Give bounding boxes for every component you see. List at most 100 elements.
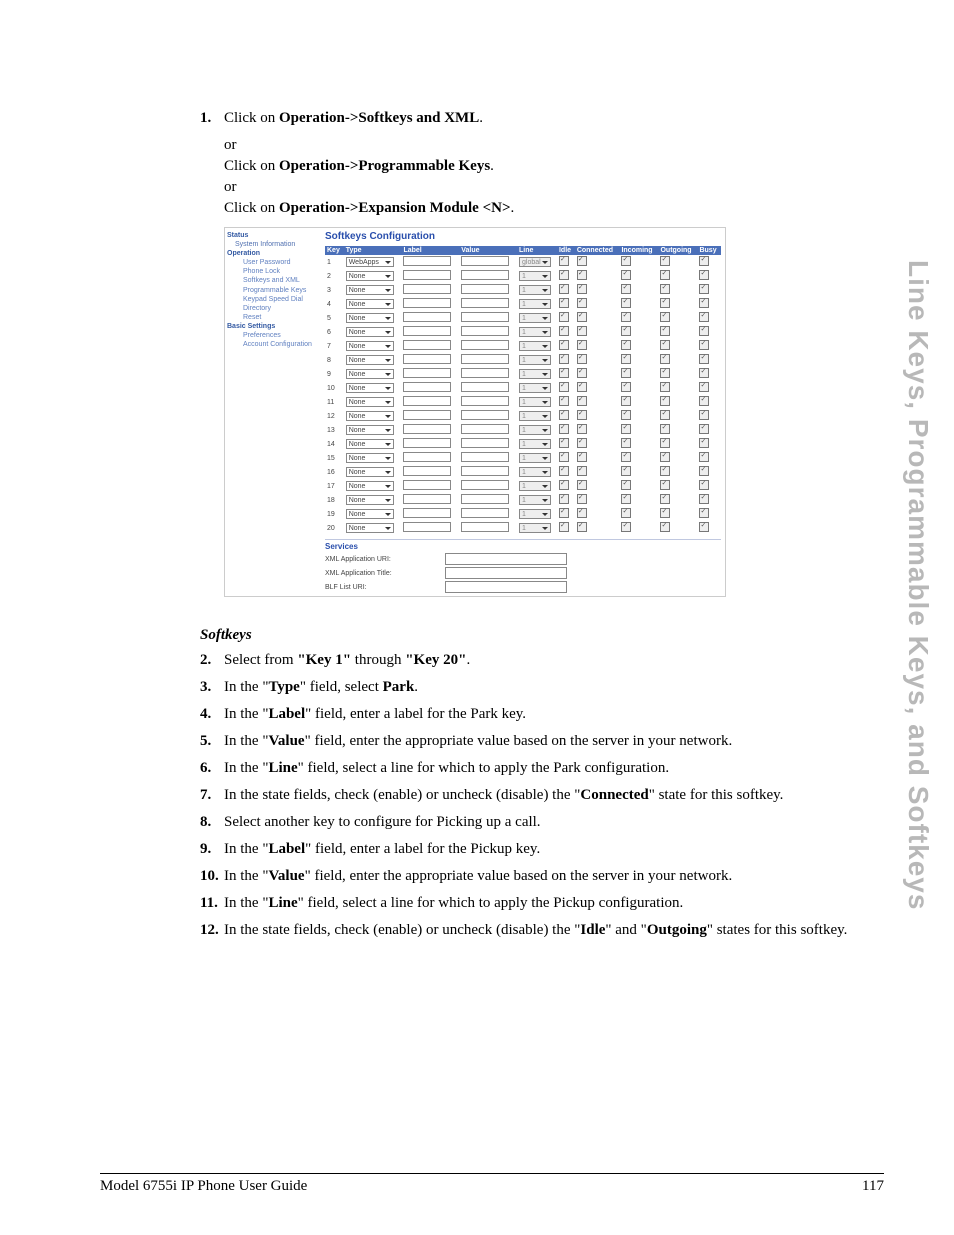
value-field[interactable] <box>461 382 509 392</box>
busy-checkbox[interactable] <box>699 508 709 518</box>
connected-checkbox[interactable] <box>577 284 587 294</box>
line-select[interactable]: 1 <box>519 411 551 421</box>
idle-checkbox[interactable] <box>559 270 569 280</box>
line-select[interactable]: 1 <box>519 495 551 505</box>
line-select[interactable]: 1 <box>519 313 551 323</box>
line-select[interactable]: 1 <box>519 523 551 533</box>
type-select[interactable]: None <box>346 467 394 477</box>
type-select[interactable]: None <box>346 369 394 379</box>
value-field[interactable] <box>461 340 509 350</box>
value-field[interactable] <box>461 284 509 294</box>
incoming-checkbox[interactable] <box>621 452 631 462</box>
outgoing-checkbox[interactable] <box>660 354 670 364</box>
value-field[interactable] <box>461 508 509 518</box>
incoming-checkbox[interactable] <box>621 522 631 532</box>
label-field[interactable] <box>403 326 451 336</box>
connected-checkbox[interactable] <box>577 396 587 406</box>
label-field[interactable] <box>403 368 451 378</box>
connected-checkbox[interactable] <box>577 424 587 434</box>
incoming-checkbox[interactable] <box>621 438 631 448</box>
type-select[interactable]: None <box>346 509 394 519</box>
incoming-checkbox[interactable] <box>621 256 631 266</box>
idle-checkbox[interactable] <box>559 452 569 462</box>
incoming-checkbox[interactable] <box>621 298 631 308</box>
incoming-checkbox[interactable] <box>621 382 631 392</box>
idle-checkbox[interactable] <box>559 438 569 448</box>
idle-checkbox[interactable] <box>559 284 569 294</box>
idle-checkbox[interactable] <box>559 480 569 490</box>
line-select[interactable]: 1 <box>519 467 551 477</box>
incoming-checkbox[interactable] <box>621 270 631 280</box>
type-select[interactable]: None <box>346 383 394 393</box>
connected-checkbox[interactable] <box>577 340 587 350</box>
outgoing-checkbox[interactable] <box>660 368 670 378</box>
incoming-checkbox[interactable] <box>621 494 631 504</box>
outgoing-checkbox[interactable] <box>660 522 670 532</box>
outgoing-checkbox[interactable] <box>660 340 670 350</box>
busy-checkbox[interactable] <box>699 438 709 448</box>
line-select[interactable]: 1 <box>519 341 551 351</box>
idle-checkbox[interactable] <box>559 382 569 392</box>
nav-directory[interactable]: Directory <box>225 304 321 313</box>
connected-checkbox[interactable] <box>577 382 587 392</box>
label-field[interactable] <box>403 382 451 392</box>
idle-checkbox[interactable] <box>559 340 569 350</box>
busy-checkbox[interactable] <box>699 340 709 350</box>
idle-checkbox[interactable] <box>559 508 569 518</box>
busy-checkbox[interactable] <box>699 424 709 434</box>
connected-checkbox[interactable] <box>577 438 587 448</box>
nav-sysinfo[interactable]: System Information <box>225 240 321 249</box>
line-select[interactable]: 1 <box>519 425 551 435</box>
line-select[interactable]: 1 <box>519 453 551 463</box>
nav-phonelock[interactable]: Phone Lock <box>225 267 321 276</box>
connected-checkbox[interactable] <box>577 452 587 462</box>
type-select[interactable]: None <box>346 411 394 421</box>
busy-checkbox[interactable] <box>699 368 709 378</box>
line-select[interactable]: 1 <box>519 369 551 379</box>
type-select[interactable]: None <box>346 271 394 281</box>
incoming-checkbox[interactable] <box>621 284 631 294</box>
outgoing-checkbox[interactable] <box>660 312 670 322</box>
idle-checkbox[interactable] <box>559 424 569 434</box>
label-field[interactable] <box>403 494 451 504</box>
value-field[interactable] <box>461 480 509 490</box>
incoming-checkbox[interactable] <box>621 368 631 378</box>
connected-checkbox[interactable] <box>577 410 587 420</box>
idle-checkbox[interactable] <box>559 312 569 322</box>
busy-checkbox[interactable] <box>699 466 709 476</box>
nav-prefs[interactable]: Preferences <box>225 331 321 340</box>
type-select[interactable]: None <box>346 313 394 323</box>
nav-keypad[interactable]: Keypad Speed Dial <box>225 295 321 304</box>
type-select[interactable]: None <box>346 299 394 309</box>
line-select[interactable]: 1 <box>519 355 551 365</box>
line-select[interactable]: 1 <box>519 509 551 519</box>
busy-checkbox[interactable] <box>699 410 709 420</box>
incoming-checkbox[interactable] <box>621 410 631 420</box>
busy-checkbox[interactable] <box>699 382 709 392</box>
line-select[interactable]: 1 <box>519 481 551 491</box>
connected-checkbox[interactable] <box>577 508 587 518</box>
outgoing-checkbox[interactable] <box>660 298 670 308</box>
nav-basic[interactable]: Basic Settings <box>225 322 321 331</box>
incoming-checkbox[interactable] <box>621 326 631 336</box>
incoming-checkbox[interactable] <box>621 480 631 490</box>
xml-title-field[interactable] <box>445 567 567 579</box>
incoming-checkbox[interactable] <box>621 396 631 406</box>
outgoing-checkbox[interactable] <box>660 438 670 448</box>
label-field[interactable] <box>403 508 451 518</box>
type-select[interactable]: None <box>346 495 394 505</box>
line-select[interactable]: 1 <box>519 299 551 309</box>
value-field[interactable] <box>461 312 509 322</box>
outgoing-checkbox[interactable] <box>660 256 670 266</box>
outgoing-checkbox[interactable] <box>660 424 670 434</box>
label-field[interactable] <box>403 354 451 364</box>
type-select[interactable]: None <box>346 341 394 351</box>
value-field[interactable] <box>461 396 509 406</box>
label-field[interactable] <box>403 312 451 322</box>
outgoing-checkbox[interactable] <box>660 396 670 406</box>
incoming-checkbox[interactable] <box>621 466 631 476</box>
busy-checkbox[interactable] <box>699 494 709 504</box>
nav-reset[interactable]: Reset <box>225 313 321 322</box>
busy-checkbox[interactable] <box>699 452 709 462</box>
idle-checkbox[interactable] <box>559 368 569 378</box>
